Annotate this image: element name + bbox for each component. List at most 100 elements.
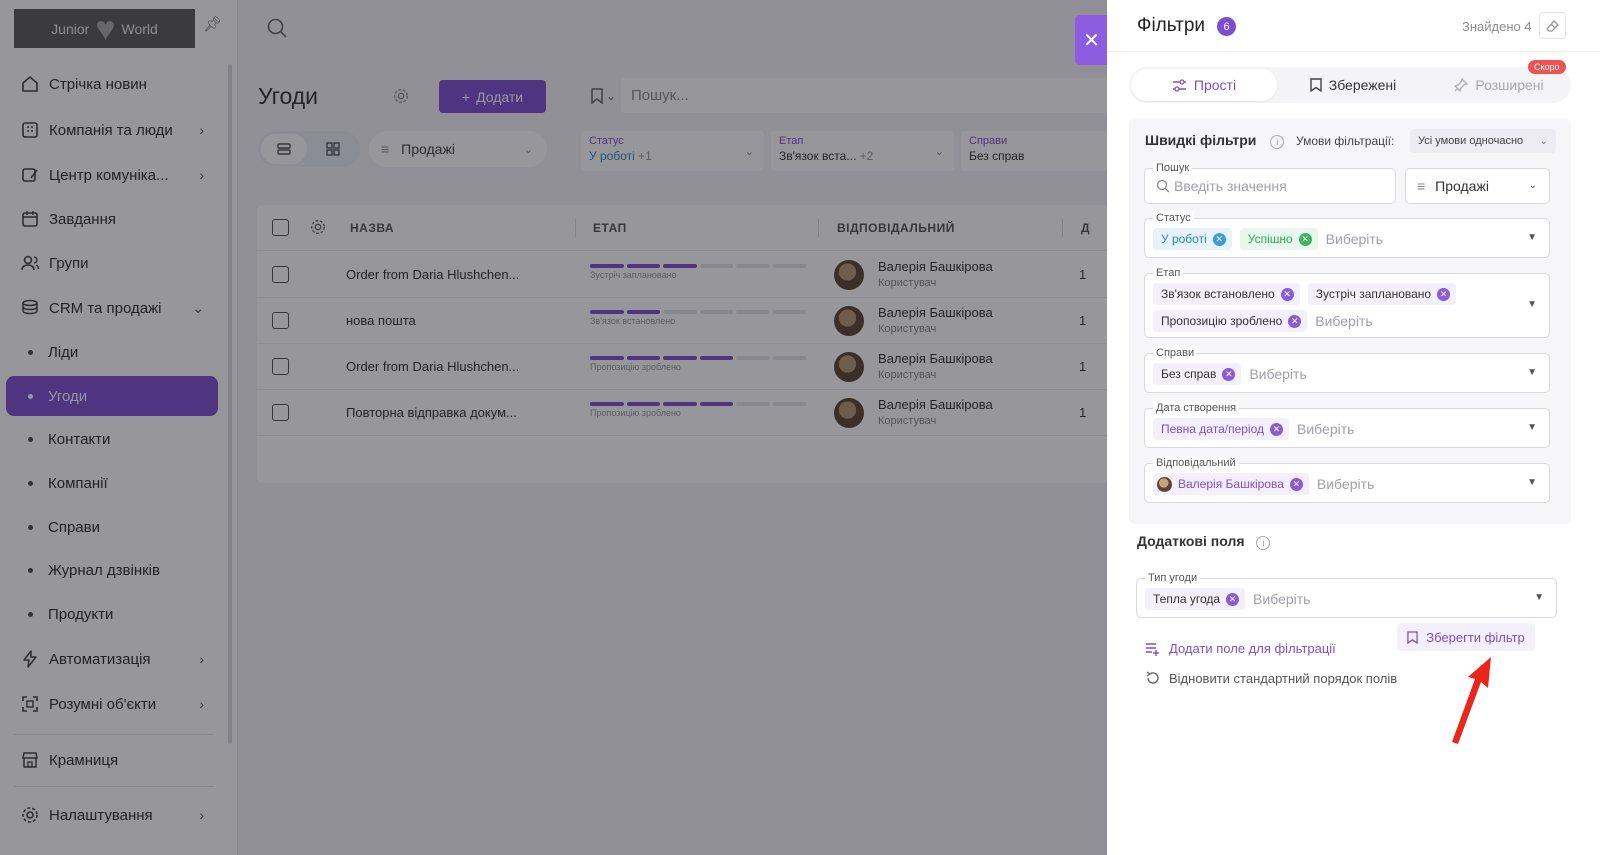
quick-filters-section: Швидкі фільтри i Умови фільтрації: Усі у… (1129, 118, 1571, 524)
caret-down-icon: ▼ (1527, 422, 1537, 433)
status-tag[interactable]: У роботі ✕ (1153, 228, 1232, 250)
section-title: Швидкі фільтри i (1145, 132, 1285, 149)
tag-text: Успішно (1247, 232, 1293, 246)
filter-count-badge: 6 (1217, 17, 1236, 36)
filters-panel: Фільтри 6 Знайдено 4 Прості Збережені Ро… (1107, 0, 1600, 855)
section-title-text: Додаткові поля (1137, 533, 1245, 549)
remove-tag-icon[interactable]: ✕ (1222, 367, 1236, 381)
select-placeholder: Виберіть (1253, 591, 1311, 607)
panel-title: Фільтри (1137, 15, 1206, 36)
field-label: Пошук (1153, 161, 1193, 175)
info-icon[interactable]: i (1270, 135, 1285, 149)
clear-filters-button[interactable] (1539, 12, 1566, 39)
search-field[interactable]: Пошук Введіть значення (1144, 161, 1396, 204)
remove-tag-icon[interactable]: ✕ (1270, 422, 1284, 436)
pipeline-value: Продажі (1435, 178, 1489, 194)
remove-tag-icon[interactable]: ✕ (1437, 287, 1451, 301)
stage-tag[interactable]: Зустріч заплановано ✕ (1307, 283, 1457, 305)
close-icon: ✕ (1083, 29, 1100, 52)
add-filter-field-label: Додати поле для фільтрації (1169, 641, 1336, 656)
caret-down-icon: ▼ (1527, 232, 1537, 243)
extra-fields-title: Додаткові поля i (1137, 533, 1271, 550)
select-placeholder: Виберіть (1325, 231, 1384, 247)
soon-badge: Скоро (1528, 60, 1566, 74)
select-placeholder: Виберіть (1316, 476, 1375, 492)
conditions-select[interactable]: Усі умови одночасно ⌄ (1410, 129, 1556, 153)
caret-down-icon: ▼ (1527, 299, 1537, 310)
tag-text: У роботі (1161, 232, 1207, 246)
tag-text: Зв'язок встановлено (1161, 287, 1275, 301)
pipeline-select[interactable]: ≡ Продажі ⌄ (1405, 168, 1550, 204)
tab-label: Прості (1193, 77, 1237, 93)
pin-icon (1454, 78, 1469, 92)
tag-text: Тепла угода (1153, 592, 1221, 606)
header-divider (1107, 51, 1600, 52)
tag-text: Певна дата/період (1161, 422, 1265, 436)
status-tag[interactable]: Успішно ✕ (1239, 228, 1318, 250)
modal-overlay[interactable] (0, 0, 1107, 855)
caret-down-icon: ▼ (1534, 592, 1544, 603)
close-filters-button[interactable]: ✕ (1075, 15, 1108, 65)
bookmark-icon (1310, 78, 1322, 92)
field-label: Дата створення (1153, 401, 1240, 415)
tasks-field[interactable]: Справи Без справ ✕ Виберіть ▼ (1144, 346, 1550, 393)
deal-type-tag[interactable]: Тепла угода ✕ (1145, 588, 1246, 610)
filter-lines-icon: ≡ (1417, 178, 1426, 194)
add-filter-field-button[interactable]: Додати поле для фільтрації (1145, 641, 1336, 656)
select-placeholder: Виберіть (1315, 313, 1373, 329)
date-tag[interactable]: Певна дата/період ✕ (1153, 418, 1290, 440)
chevron-down-icon: ⌄ (1539, 135, 1548, 147)
stage-tag[interactable]: Пропозицію зроблено ✕ (1153, 310, 1308, 332)
save-filter-label: Зберегти фільтр (1426, 629, 1525, 645)
created-date-field[interactable]: Дата створення Певна дата/період ✕ Вибері… (1144, 401, 1550, 448)
reset-field-order-label: Відновити стандартний порядок полів (1169, 670, 1398, 686)
responsible-field[interactable]: Відповідальний Валерія Башкірова ✕ Вибері… (1144, 456, 1550, 503)
tag-text: Пропозицію зроблено (1161, 314, 1283, 328)
eraser-icon (1545, 19, 1559, 32)
deal-type-field[interactable]: Тип угоди Тепла угода ✕ Виберіть ▼ (1136, 571, 1557, 618)
chevron-down-icon: ⌄ (1528, 180, 1537, 191)
select-placeholder: Виберіть (1249, 366, 1307, 382)
tab-saved[interactable]: Збережені (1280, 69, 1426, 101)
caret-down-icon: ▼ (1527, 367, 1537, 378)
section-title-text: Швидкі фільтри (1145, 132, 1257, 148)
tag-text: Без справ (1161, 367, 1217, 381)
remove-tag-icon[interactable]: ✕ (1289, 477, 1303, 491)
caret-down-icon: ▼ (1527, 477, 1537, 488)
remove-tag-icon[interactable]: ✕ (1226, 592, 1240, 606)
filter-tabs: Прості Збережені Розширені (1129, 67, 1571, 103)
stage-tag[interactable]: Зв'язок встановлено ✕ (1153, 283, 1300, 305)
stage-field[interactable]: Етап Зв'язок встановлено ✕ Зустріч заплан… (1144, 266, 1550, 338)
field-label: Статус (1153, 211, 1194, 225)
field-label: Відповідальний (1153, 456, 1239, 470)
info-icon[interactable]: i (1256, 536, 1271, 550)
remove-tag-icon[interactable]: ✕ (1212, 232, 1226, 246)
remove-tag-icon[interactable]: ✕ (1280, 287, 1294, 301)
sliders-icon (1172, 78, 1186, 92)
tab-label: Розширені (1475, 77, 1544, 93)
field-label: Справи (1153, 346, 1198, 360)
remove-tag-icon[interactable]: ✕ (1298, 232, 1312, 246)
conditions-label: Умови фільтрації: (1296, 134, 1395, 148)
save-filter-button[interactable]: Зберегти фільтр (1397, 623, 1535, 651)
status-field[interactable]: Статус У роботі ✕ Успішно ✕ Виберіть ▼ (1144, 211, 1550, 258)
bookmark-icon (1407, 630, 1418, 644)
responsible-tag[interactable]: Валерія Башкірова ✕ (1153, 473, 1309, 495)
reset-icon (1146, 671, 1159, 684)
tag-text: Валерія Башкірова (1178, 477, 1284, 491)
tab-label: Збережені (1328, 77, 1397, 93)
remove-tag-icon[interactable]: ✕ (1288, 314, 1302, 328)
reset-field-order-button[interactable]: Відновити стандартний порядок полів (1145, 670, 1397, 686)
field-label: Етап (1153, 266, 1184, 280)
avatar (1157, 476, 1172, 492)
field-label: Тип угоди (1145, 571, 1201, 585)
conditions-value: Усі умови одночасно (1418, 135, 1524, 147)
tab-simple[interactable]: Прості (1131, 69, 1277, 101)
select-placeholder: Виберіть (1297, 421, 1355, 437)
add-list-icon (1146, 642, 1159, 656)
found-count: Знайдено 4 (1462, 19, 1532, 34)
tag-text: Зустріч заплановано (1315, 287, 1432, 301)
tasks-tag[interactable]: Без справ ✕ (1153, 363, 1242, 385)
search-icon (1156, 179, 1170, 193)
search-placeholder: Введіть значення (1174, 178, 1287, 194)
